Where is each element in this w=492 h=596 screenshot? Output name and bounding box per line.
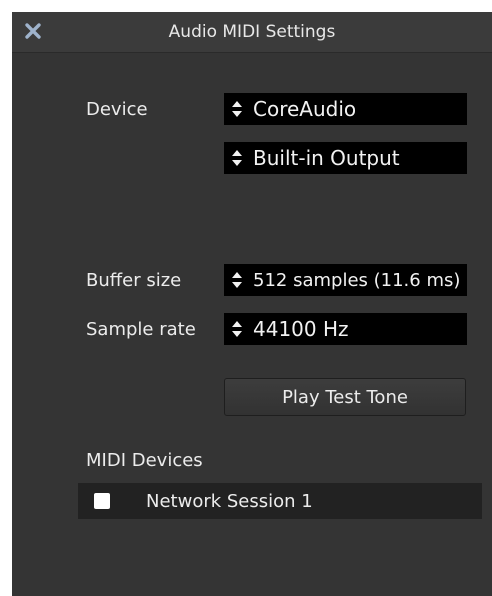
list-item[interactable]: Network Session 1 bbox=[78, 483, 482, 519]
buffer-size-select[interactable]: 512 samples (11.6 ms) bbox=[224, 264, 467, 296]
up-down-arrows-icon bbox=[232, 272, 242, 288]
sample-rate-select[interactable]: 44100 Hz bbox=[224, 313, 467, 345]
buffer-size-value: 512 samples (11.6 ms) bbox=[253, 269, 461, 291]
output-device-select[interactable]: Built-in Output bbox=[224, 142, 467, 174]
buffer-size-label: Buffer size bbox=[86, 270, 182, 291]
title-bar: Audio MIDI Settings bbox=[12, 12, 492, 53]
play-test-tone-button[interactable]: Play Test Tone bbox=[224, 378, 466, 416]
window-title: Audio MIDI Settings bbox=[168, 22, 336, 42]
midi-devices-list: Network Session 1 bbox=[78, 483, 482, 519]
device-label: Device bbox=[86, 99, 148, 120]
midi-device-checkbox[interactable] bbox=[94, 493, 110, 509]
midi-device-name: Network Session 1 bbox=[146, 490, 313, 512]
output-device-value: Built-in Output bbox=[253, 146, 400, 170]
up-down-arrows-icon bbox=[232, 101, 242, 117]
midi-devices-label: MIDI Devices bbox=[86, 450, 203, 471]
up-down-arrows-icon bbox=[232, 150, 242, 166]
audio-midi-settings-window: Audio MIDI Settings Device CoreAudio Bui… bbox=[12, 12, 492, 596]
device-type-value: CoreAudio bbox=[253, 97, 357, 121]
sample-rate-label: Sample rate bbox=[86, 319, 196, 340]
device-type-select[interactable]: CoreAudio bbox=[224, 93, 467, 125]
up-down-arrows-icon bbox=[232, 321, 242, 337]
sample-rate-value: 44100 Hz bbox=[253, 317, 349, 341]
